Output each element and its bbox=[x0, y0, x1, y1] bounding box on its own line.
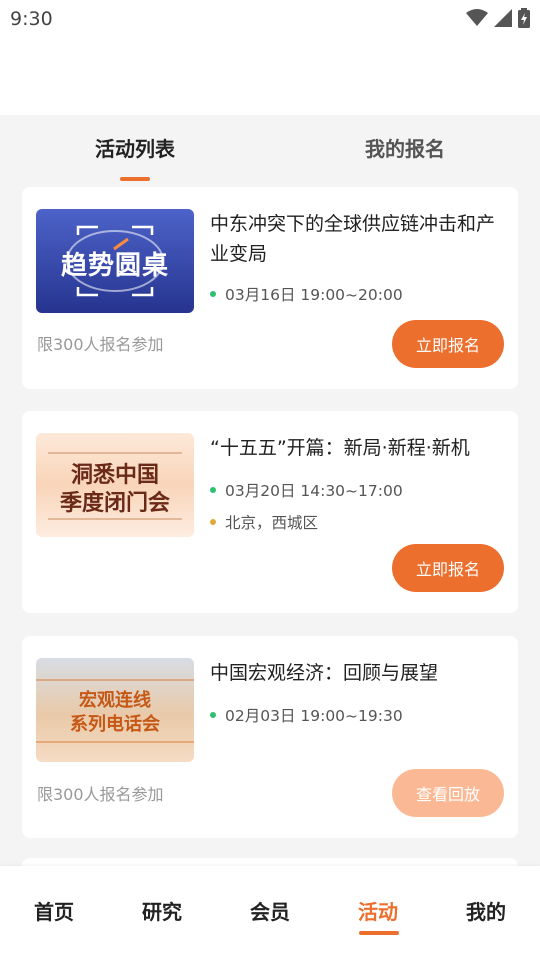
nav-mine[interactable]: 我的 bbox=[432, 896, 540, 925]
thumbnail-title-line1: 宏观连线 bbox=[79, 690, 151, 711]
signal-icon bbox=[494, 9, 512, 27]
event-datetime-row: 02月03日 19:00~19:30 bbox=[210, 704, 403, 726]
nav-membership[interactable]: 会员 bbox=[216, 896, 324, 925]
event-thumbnail: 洞悉中国 季度闭门会 bbox=[36, 433, 194, 537]
event-card[interactable]: 宏观连线 系列电话会 中国宏观经济：回顾与展望 02月03日 19:00~19:… bbox=[22, 636, 518, 838]
time-dot-icon bbox=[210, 712, 216, 718]
tab-event-list[interactable]: 活动列表 bbox=[35, 133, 235, 162]
event-datetime-row: 03月16日 19:00~20:00 bbox=[210, 283, 403, 305]
nav-research[interactable]: 研究 bbox=[108, 896, 216, 925]
event-title: “十五五”开篇：新局·新程·新机 bbox=[210, 437, 470, 459]
active-tab-indicator bbox=[120, 177, 150, 181]
event-card[interactable]: 趋势圆桌 中东冲突下的全球供应链冲击和产业变局 03月16日 19:00~20:… bbox=[22, 187, 518, 389]
battery-icon bbox=[518, 8, 530, 28]
event-thumbnail: 趋势圆桌 bbox=[36, 209, 194, 313]
tab-my-registrations[interactable]: 我的报名 bbox=[305, 133, 505, 162]
register-button[interactable]: 立即报名 bbox=[392, 320, 504, 368]
thumbnail-title-line2: 季度闭门会 bbox=[59, 491, 170, 516]
thumbnail-title-line2: 系列电话会 bbox=[70, 714, 160, 735]
event-datetime: 02月03日 19:00~19:30 bbox=[225, 707, 403, 725]
tab-bar: 活动列表 我的报名 bbox=[0, 115, 540, 187]
view-replay-button[interactable]: 查看回放 bbox=[392, 769, 504, 817]
event-datetime: 03月20日 14:30~17:00 bbox=[225, 482, 403, 500]
event-datetime-row: 03月20日 14:30~17:00 bbox=[210, 479, 403, 501]
attendance-limit: 限300人报名参加 bbox=[37, 785, 164, 804]
time-dot-icon bbox=[210, 291, 216, 297]
event-datetime: 03月16日 19:00~20:00 bbox=[225, 286, 403, 304]
bottom-navigation: 首页 研究 会员 活动 我的 bbox=[0, 866, 540, 960]
status-time: 9:30 bbox=[10, 8, 53, 30]
status-icons bbox=[466, 8, 530, 28]
nav-events[interactable]: 活动 bbox=[324, 896, 432, 925]
active-nav-indicator bbox=[359, 931, 399, 935]
event-card[interactable]: 洞悉中国 季度闭门会 “十五五”开篇：新局·新程·新机 03月20日 14:30… bbox=[22, 411, 518, 613]
thumbnail-title: 趋势圆桌 bbox=[60, 251, 169, 281]
wifi-icon bbox=[466, 9, 488, 26]
event-location: 北京，西城区 bbox=[225, 514, 319, 532]
event-location-row: 北京，西城区 bbox=[210, 511, 318, 533]
status-bar: 9:30 bbox=[0, 0, 540, 38]
location-dot-icon bbox=[210, 519, 216, 525]
time-dot-icon bbox=[210, 487, 216, 493]
nav-home[interactable]: 首页 bbox=[0, 896, 108, 925]
event-title: 中东冲突下的全球供应链冲击和产业变局 bbox=[210, 213, 496, 265]
event-title: 中国宏观经济：回顾与展望 bbox=[210, 662, 439, 684]
attendance-limit: 限300人报名参加 bbox=[37, 335, 164, 354]
register-button[interactable]: 立即报名 bbox=[392, 544, 504, 592]
event-thumbnail: 宏观连线 系列电话会 bbox=[36, 658, 194, 762]
header-area bbox=[0, 38, 540, 115]
